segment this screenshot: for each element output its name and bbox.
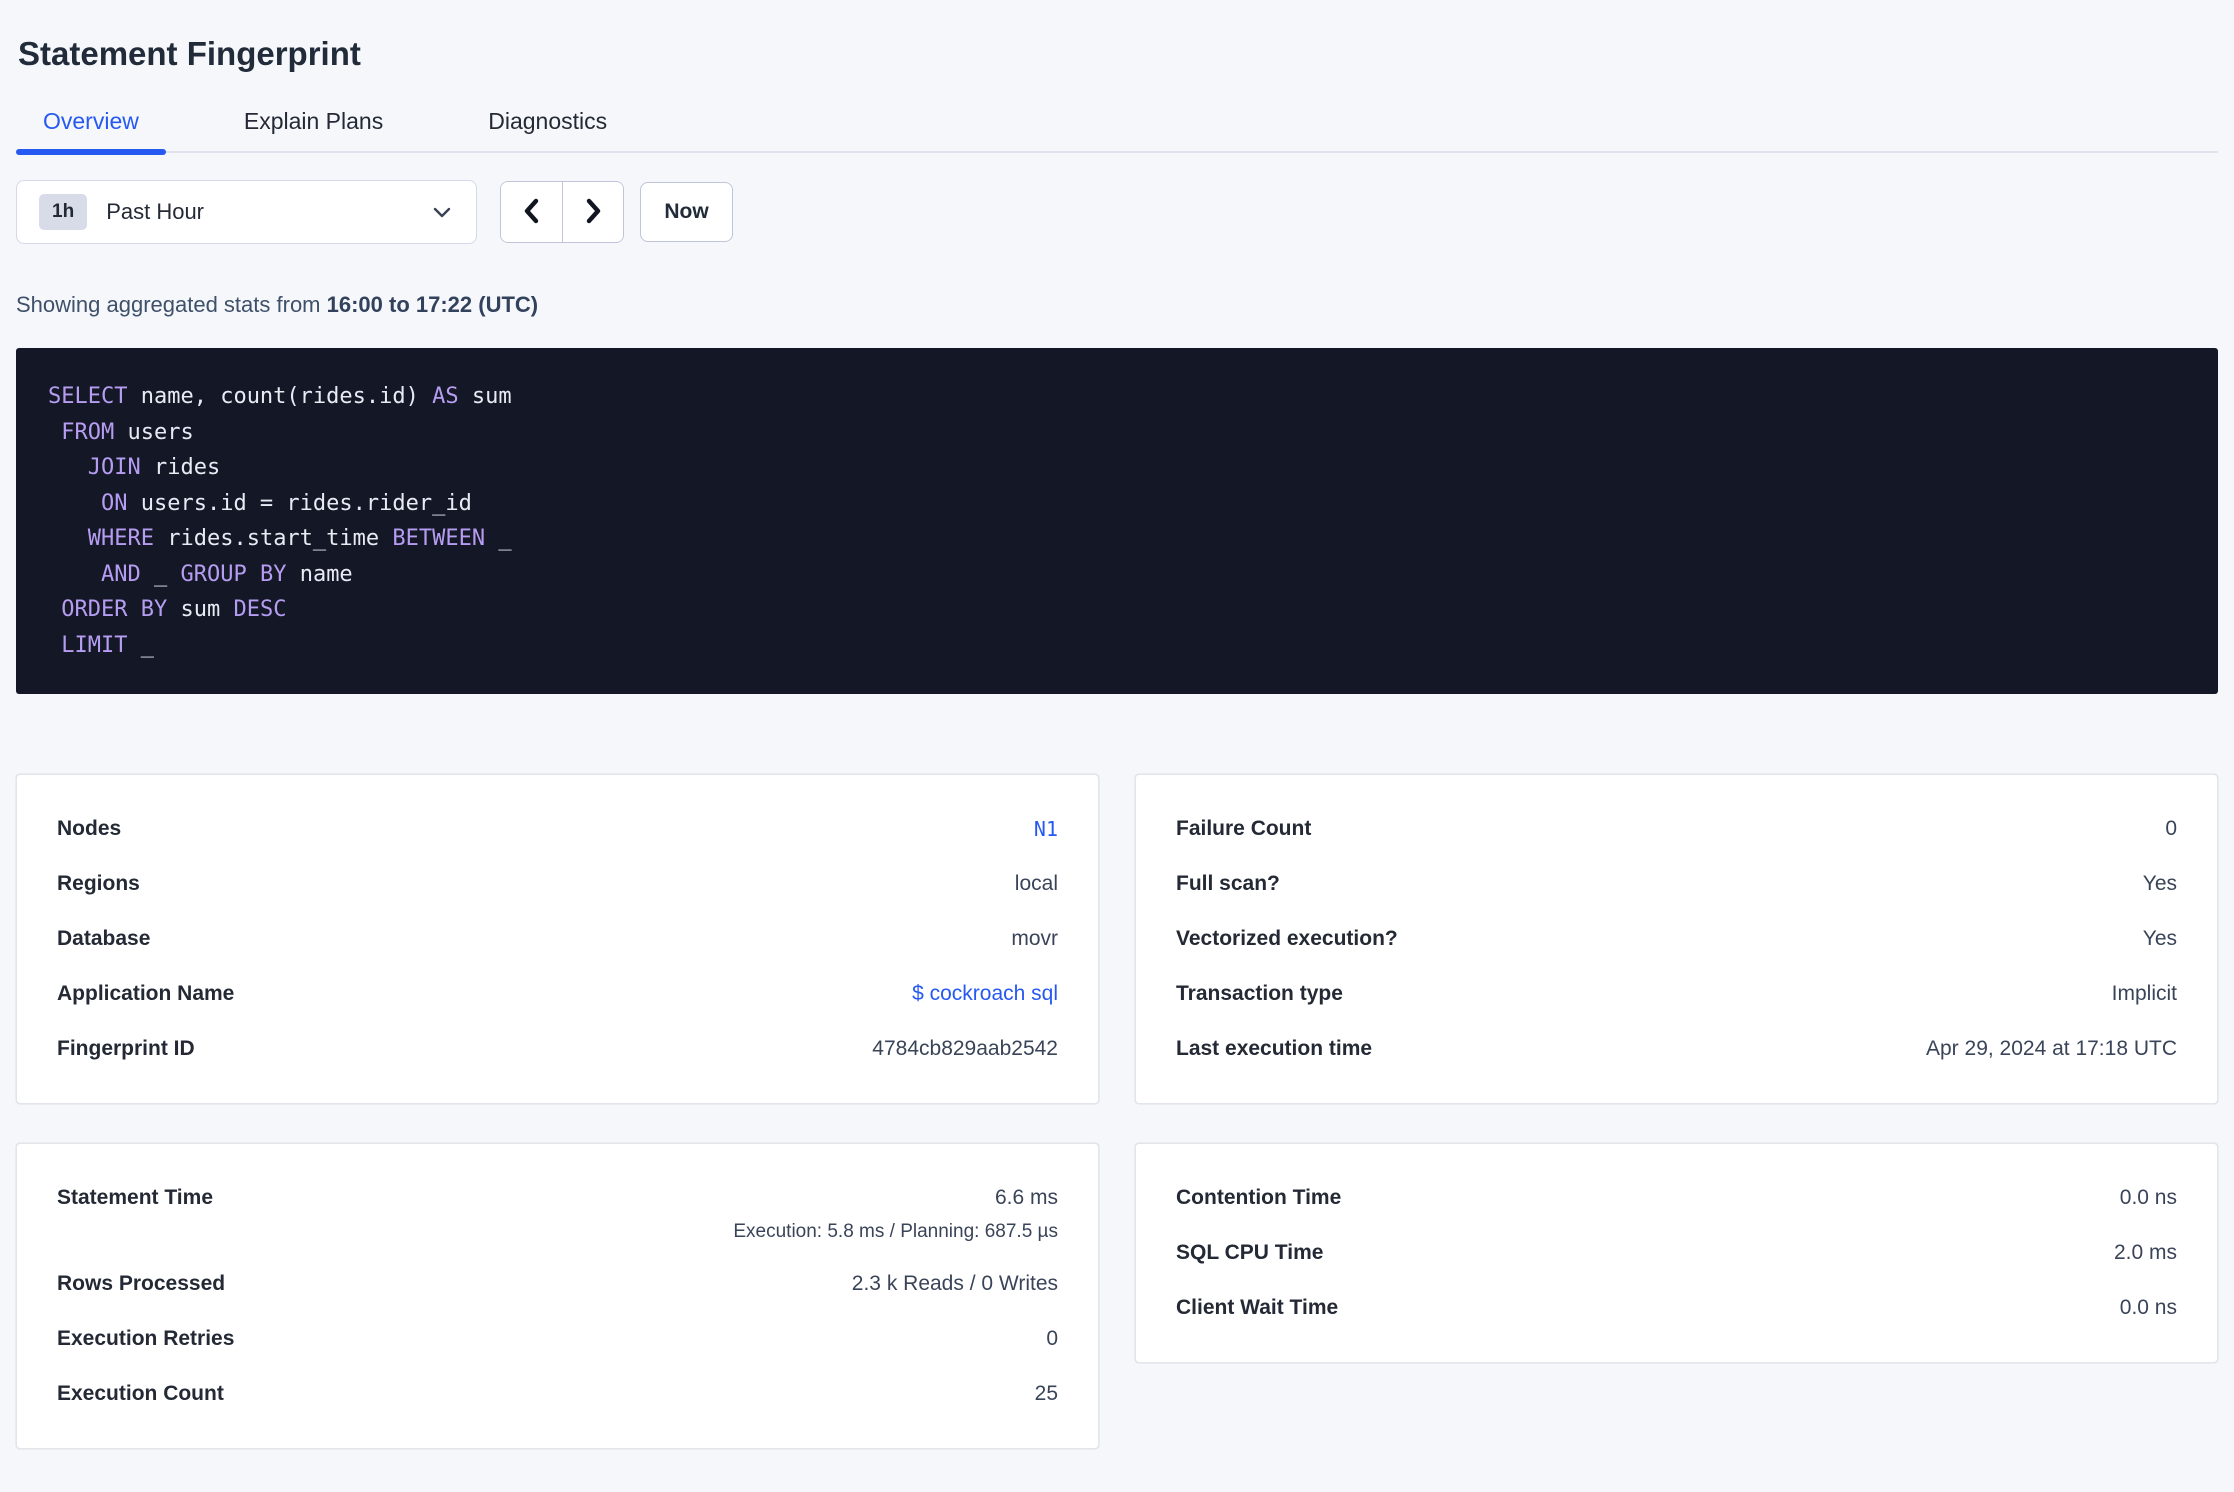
time-step-buttons xyxy=(500,181,624,243)
row-value: 2.0 ms xyxy=(2113,1241,2177,1264)
row-label: Database xyxy=(57,927,151,950)
table-row: Vectorized execution? Yes xyxy=(1176,925,2177,953)
next-range-button[interactable] xyxy=(562,182,623,242)
row-label: Regions xyxy=(57,872,140,895)
row-label: SQL CPU Time xyxy=(1176,1241,1324,1264)
row-value: Yes xyxy=(2142,872,2177,895)
row-label: Application Name xyxy=(57,982,235,1005)
table-row: Rows Processed 2.3 k Reads / 0 Writes xyxy=(57,1270,1058,1298)
row-label: Statement Time xyxy=(57,1186,213,1209)
table-row: Fingerprint ID 4784cb829aab2542 xyxy=(57,1035,1058,1063)
statement-time-values: 6.6 ms Execution: 5.8 ms / Planning: 687… xyxy=(733,1184,1058,1243)
row-label: Full scan? xyxy=(1176,872,1280,895)
tab-diagnostics[interactable]: Diagnostics xyxy=(461,98,634,151)
statement-fingerprint-page: Statement Fingerprint Overview Explain P… xyxy=(0,34,2234,1449)
table-row: Application Name $ cockroach sql xyxy=(57,980,1058,1008)
table-row: Nodes N1 xyxy=(57,815,1058,843)
row-label: Last execution time xyxy=(1176,1037,1373,1060)
row-label: Execution Count xyxy=(57,1382,224,1405)
table-row: Database movr xyxy=(57,925,1058,953)
row-value: 0 xyxy=(2165,817,2177,840)
table-row: Contention Time 0.0 ns xyxy=(1176,1184,2177,1212)
row-label: Rows Processed xyxy=(57,1272,226,1295)
time-range-label: Past Hour xyxy=(106,199,205,224)
nodes-link[interactable]: N1 xyxy=(1034,815,1058,843)
row-value: movr xyxy=(1011,927,1058,950)
application-name-link[interactable]: $ cockroach sql xyxy=(912,980,1058,1008)
row-value: 2.3 k Reads / 0 Writes xyxy=(851,1272,1058,1295)
row-label: Vectorized execution? xyxy=(1176,927,1398,950)
table-row: Full scan? Yes xyxy=(1176,870,2177,898)
table-row: Failure Count 0 xyxy=(1176,815,2177,843)
tab-bar: Overview Explain Plans Diagnostics xyxy=(16,98,2218,155)
time-range-badge: 1h xyxy=(39,194,88,230)
row-value: 25 xyxy=(1034,1382,1058,1405)
performance-card-right: Contention Time 0.0 ns SQL CPU Time 2.0 … xyxy=(1135,1143,2218,1363)
table-row: Last execution time Apr 29, 2024 at 17:1… xyxy=(1176,1035,2177,1063)
row-value: Implicit xyxy=(2111,982,2177,1005)
page-title: Statement Fingerprint xyxy=(18,35,361,72)
row-label: Execution Retries xyxy=(57,1327,235,1350)
previous-range-button[interactable] xyxy=(501,182,562,242)
chevron-right-icon xyxy=(579,196,607,229)
row-label: Client Wait Time xyxy=(1176,1296,1339,1319)
row-value: local xyxy=(1014,872,1058,895)
table-row: Execution Count 25 xyxy=(57,1380,1058,1408)
details-card-left: Nodes N1 Regions local Database movr App… xyxy=(16,774,1099,1104)
time-range-dropdown[interactable]: 1h Past Hour xyxy=(16,180,477,244)
aggregation-range-note: Showing aggregated stats from 16:00 to 1… xyxy=(16,292,2218,318)
row-value: 0 xyxy=(1046,1327,1058,1350)
row-label: Nodes xyxy=(57,817,122,840)
row-value: 0.0 ns xyxy=(2119,1296,2177,1319)
table-row: Execution Retries 0 xyxy=(57,1325,1058,1353)
details-card-right: Failure Count 0 Full scan? Yes Vectorize… xyxy=(1135,774,2218,1104)
row-label: Contention Time xyxy=(1176,1186,1342,1209)
row-label: Failure Count xyxy=(1176,817,1312,840)
table-row: Transaction type Implicit xyxy=(1176,980,2177,1008)
row-value: 6.6 ms xyxy=(994,1186,1058,1209)
summary-cards: Nodes N1 Regions local Database movr App… xyxy=(16,774,2218,1449)
chevron-down-icon xyxy=(430,200,454,224)
tab-overview[interactable]: Overview xyxy=(16,98,166,155)
now-button[interactable]: Now xyxy=(640,182,733,242)
row-value: 0.0 ns xyxy=(2119,1186,2177,1209)
row-subvalue: Execution: 5.8 ms / Planning: 687.5 µs xyxy=(733,1221,1058,1242)
time-controls: 1h Past Hour Now xyxy=(16,180,2218,244)
table-row: Client Wait Time 0.0 ns xyxy=(1176,1294,2177,1322)
chevron-left-icon xyxy=(518,196,546,229)
performance-card-left: Statement Time 6.6 ms Execution: 5.8 ms … xyxy=(16,1143,1099,1449)
row-label: Transaction type xyxy=(1176,982,1343,1005)
tab-explain-plans[interactable]: Explain Plans xyxy=(217,98,410,151)
aggregation-range-value: 16:00 to 17:22 (UTC) xyxy=(326,292,539,317)
sql-statement-box: SELECT name, count(rides.id) AS sum FROM… xyxy=(16,348,2218,694)
row-value: 4784cb829aab2542 xyxy=(872,1037,1058,1060)
row-value: Apr 29, 2024 at 17:18 UTC xyxy=(1926,1037,2177,1060)
table-row: Statement Time 6.6 ms Execution: 5.8 ms … xyxy=(57,1184,1058,1243)
row-value: Yes xyxy=(2142,927,2177,950)
table-row: Regions local xyxy=(57,870,1058,898)
aggregation-range-prefix: Showing aggregated stats from xyxy=(16,292,327,317)
table-row: SQL CPU Time 2.0 ms xyxy=(1176,1239,2177,1267)
sql-statement: SELECT name, count(rides.id) AS sum FROM… xyxy=(48,384,512,658)
row-label: Fingerprint ID xyxy=(57,1037,195,1060)
